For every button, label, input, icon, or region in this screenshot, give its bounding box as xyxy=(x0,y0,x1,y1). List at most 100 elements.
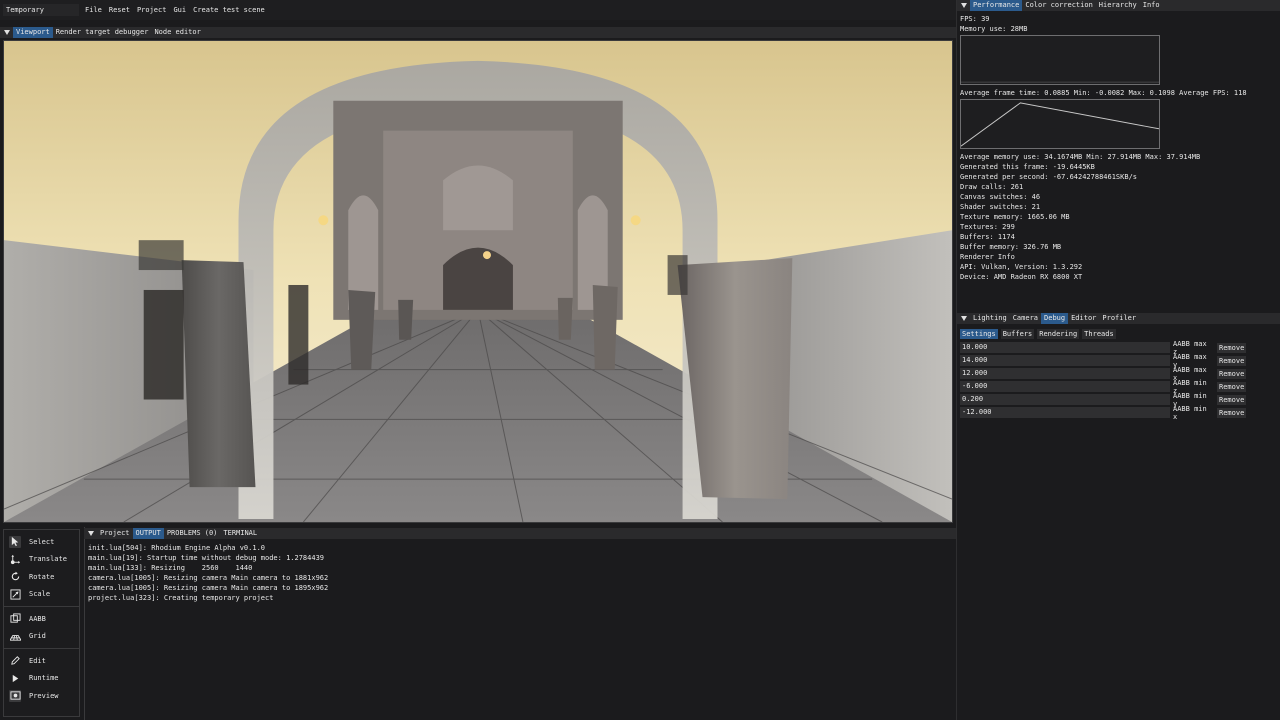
aabb-row: 0.200 AABB min y Remove xyxy=(960,392,1260,408)
fps-readout: FPS: 39 xyxy=(960,15,990,23)
scene-render xyxy=(4,41,952,522)
subtab-settings[interactable]: Settings xyxy=(960,329,998,339)
remove-button[interactable]: Remove xyxy=(1217,368,1247,379)
top-menu-bar: Temporary File Reset Project Gui Create … xyxy=(0,0,956,20)
tab-render-target-debugger[interactable]: Render target debugger xyxy=(53,27,152,38)
output-tabs: Project OUTPUT PROBLEMS (0) TERMINAL xyxy=(84,528,260,539)
stat-line: Renderer Info xyxy=(960,253,1015,261)
remove-button[interactable]: Remove xyxy=(1217,394,1247,405)
aabb-max-z-input[interactable]: 10.000 xyxy=(960,342,1170,353)
tab-problems[interactable]: PROBLEMS (0) xyxy=(164,528,221,539)
menu-gui[interactable]: Gui xyxy=(173,4,186,16)
menu-file[interactable]: File xyxy=(85,4,102,16)
tab-terminal[interactable]: TERMINAL xyxy=(220,528,260,539)
memory-graph xyxy=(960,35,1160,85)
tool-label: Edit xyxy=(29,656,46,665)
viewport-tabs: Viewport Render target debugger Node edi… xyxy=(0,27,204,38)
aabb-row: -6.000 AABB min z Remove xyxy=(960,379,1260,395)
tab-editor[interactable]: Editor xyxy=(1068,313,1099,324)
remove-button[interactable]: Remove xyxy=(1217,355,1247,366)
tab-output[interactable]: OUTPUT xyxy=(132,528,164,539)
edit-mode[interactable]: Edit xyxy=(4,652,79,670)
viewport[interactable] xyxy=(3,40,953,523)
tab-performance[interactable]: Performance xyxy=(970,0,1023,11)
subtab-buffers[interactable]: Buffers xyxy=(1000,329,1035,339)
aabb-row: 10.000 AABB max z Remove xyxy=(960,340,1260,356)
log-line: camera.lua[1005]: Resizing camera Main c… xyxy=(88,584,329,592)
view-tools: AABB Grid xyxy=(4,607,79,649)
rotate-icon xyxy=(9,571,21,583)
tab-debug[interactable]: Debug xyxy=(1041,313,1069,324)
debug-tabs: Lighting Camera Debug Editor Profiler xyxy=(957,313,1139,324)
stat-line: Draw calls: 261 xyxy=(960,183,1024,191)
tools-panel: Select Translate Rotate Scale AABB Grid … xyxy=(3,529,80,717)
runtime-mode[interactable]: Runtime xyxy=(4,670,79,688)
log-line: main.lua[19]: Startup time without debug… xyxy=(88,554,325,562)
preview-mode[interactable]: Preview xyxy=(4,687,79,705)
aabb-min-x-input[interactable]: -12.000 xyxy=(960,407,1170,418)
remove-button[interactable]: Remove xyxy=(1217,342,1247,353)
tab-hierarchy[interactable]: Hierarchy xyxy=(1096,0,1140,11)
stat-line: Buffers: 1174 xyxy=(960,233,1015,241)
transform-tools: Select Translate Rotate Scale xyxy=(4,530,79,607)
scale-icon xyxy=(9,588,21,600)
stat-line: Texture memory: 1665.06 MB xyxy=(960,213,1070,221)
tab-camera[interactable]: Camera xyxy=(1010,313,1041,324)
stat-line: Canvas switches: 46 xyxy=(960,193,1041,201)
tab-node-editor[interactable]: Node editor xyxy=(151,27,203,38)
play-icon xyxy=(9,672,21,684)
log-line: init.lua[504]: Rhodium Engine Alpha v0.1… xyxy=(88,544,266,552)
stat-line: Shader switches: 21 xyxy=(960,203,1041,211)
tool-label: Select xyxy=(29,537,55,546)
remove-button[interactable]: Remove xyxy=(1217,407,1247,418)
preview-icon xyxy=(9,689,21,702)
project-name-field[interactable]: Temporary xyxy=(3,4,79,16)
subtab-threads[interactable]: Threads xyxy=(1082,329,1116,339)
select-tool[interactable]: Select xyxy=(4,533,79,551)
move-icon xyxy=(9,553,21,565)
aabb-max-y-input[interactable]: 14.000 xyxy=(960,355,1170,366)
log-line: project.lua[323]: Creating temporary pro… xyxy=(88,594,274,602)
log-line: main.lua[133]: Resizing 2560 1440 xyxy=(88,564,253,572)
tool-label: Runtime xyxy=(29,674,59,683)
tab-info[interactable]: Info xyxy=(1140,0,1163,11)
aabb-min-y-input[interactable]: 0.200 xyxy=(960,394,1170,405)
stat-line: API: Vulkan, Version: 1.3.292 xyxy=(960,263,1083,271)
cursor-icon xyxy=(9,535,21,548)
collapse-triangle-icon[interactable] xyxy=(4,30,10,35)
stat-line: Textures: 299 xyxy=(960,223,1015,231)
aabb-row: -12.000 AABB min x Remove xyxy=(960,404,1260,421)
aabb-settings: 10.000 AABB max z Remove 14.000 AABB max… xyxy=(960,340,1260,421)
performance-panel: FPS: 39 Memory use: 28MB Average frame t… xyxy=(960,14,1278,282)
pencil-icon xyxy=(9,655,21,667)
translate-tool[interactable]: Translate xyxy=(4,551,79,569)
collapse-triangle-icon[interactable] xyxy=(961,3,967,8)
tab-lighting[interactable]: Lighting xyxy=(970,313,1010,324)
tab-project[interactable]: Project xyxy=(97,528,133,539)
collapse-triangle-icon[interactable] xyxy=(961,316,967,321)
tab-viewport[interactable]: Viewport xyxy=(13,27,53,38)
aabb-min-z-input[interactable]: -6.000 xyxy=(960,381,1170,392)
menu-create-test-scene[interactable]: Create test scene xyxy=(193,4,265,16)
aabb-max-x-input[interactable]: 12.000 xyxy=(960,368,1170,379)
tool-label: AABB xyxy=(29,614,46,623)
aabb-label: AABB min x xyxy=(1173,404,1207,421)
collapse-triangle-icon[interactable] xyxy=(88,531,94,536)
menu-reset[interactable]: Reset xyxy=(109,4,130,16)
performance-tabs: Performance Color correction Hierarchy I… xyxy=(957,0,1163,11)
output-log: init.lua[504]: Rhodium Engine Alpha v0.1… xyxy=(88,543,328,603)
remove-button[interactable]: Remove xyxy=(1217,381,1247,392)
aabb-row: 12.000 AABB max x Remove xyxy=(960,366,1260,382)
tab-color-correction[interactable]: Color correction xyxy=(1022,0,1095,11)
subtab-rendering[interactable]: Rendering xyxy=(1037,329,1080,339)
grid-toggle[interactable]: Grid xyxy=(4,628,79,646)
aabb-toggle[interactable]: AABB xyxy=(4,610,79,628)
frame-time-readout: Average frame time: 0.0885 Min: -0.0082 … xyxy=(960,89,1247,97)
debug-subtabs: Settings Buffers Rendering Threads xyxy=(960,329,1116,339)
stat-line: Generated per second: -67.64242788461SKB… xyxy=(960,173,1138,181)
rotate-tool[interactable]: Rotate xyxy=(4,568,79,586)
tab-profiler[interactable]: Profiler xyxy=(1099,313,1139,324)
scale-tool[interactable]: Scale xyxy=(4,586,79,604)
menu-project[interactable]: Project xyxy=(137,4,167,16)
tool-label: Preview xyxy=(29,691,59,700)
